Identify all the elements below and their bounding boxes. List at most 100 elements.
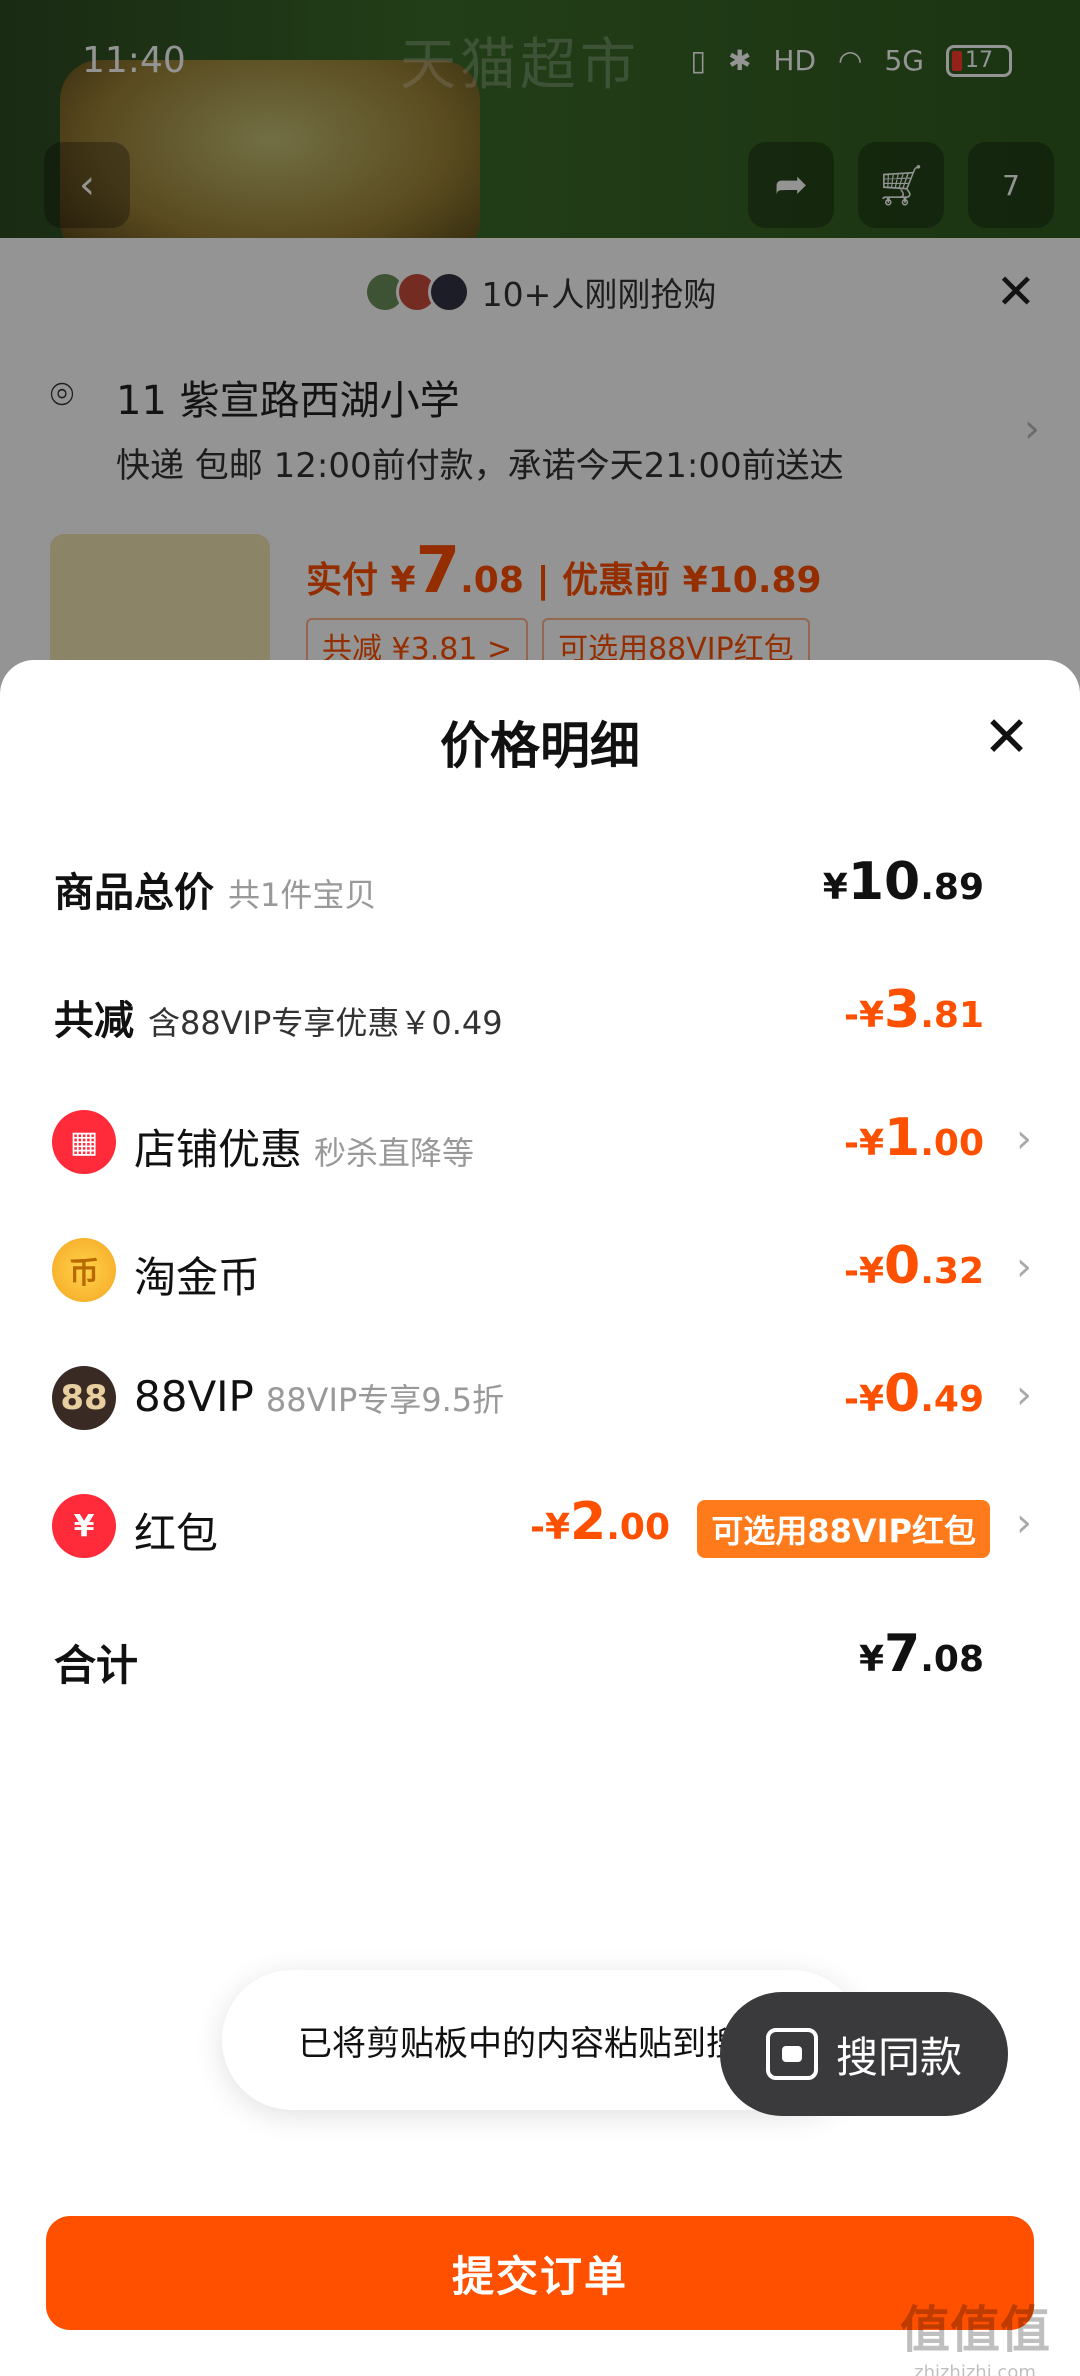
close-icon[interactable]: ✕ bbox=[983, 710, 1030, 766]
search-same-button[interactable]: 搜同款 bbox=[720, 1992, 1008, 2116]
status-time: 11:40 bbox=[82, 40, 186, 81]
row-label: 商品总价 共1件宝贝 bbox=[54, 860, 376, 918]
currency: ¥ bbox=[858, 1639, 885, 1680]
item-count: 共1件宝贝 bbox=[228, 876, 377, 914]
bluetooth-icon: ✱ bbox=[727, 44, 752, 77]
price-int: 7 bbox=[415, 534, 461, 608]
vip-hongbao-badge[interactable]: 可选用88VIP红包 bbox=[697, 1500, 990, 1558]
coin-amount: -¥0.32 bbox=[844, 1236, 984, 1296]
hd-icon: HD bbox=[773, 44, 817, 77]
share-button[interactable]: ➦ bbox=[748, 142, 834, 228]
sum-amount: ¥7.08 bbox=[859, 1624, 984, 1684]
vip-amount: -¥0.49 bbox=[844, 1364, 984, 1424]
reduce-label: 共减 bbox=[54, 998, 134, 1044]
battery-icon: 17 bbox=[946, 44, 1012, 77]
amount-dec: .49 bbox=[920, 1379, 984, 1420]
location-pin-icon: ⌾ bbox=[50, 372, 74, 418]
cart-button[interactable]: 🛒︎ bbox=[858, 142, 944, 228]
buyer-avatars bbox=[363, 271, 470, 313]
amount-dec: .00 bbox=[606, 1507, 670, 1548]
sum-label: 合计 bbox=[54, 1641, 139, 1690]
currency: ¥ bbox=[822, 867, 848, 908]
store-icon: ▦ bbox=[52, 1110, 116, 1174]
reduce-sub: 含88VIP专享优惠￥0.49 bbox=[148, 1004, 503, 1042]
currency: -¥ bbox=[844, 1123, 885, 1164]
price-before: | 优惠前 ¥10.89 bbox=[536, 560, 822, 601]
status-bar: 11:40 ▯ ✱ HD ◠ 5G 17 bbox=[0, 0, 1080, 130]
row-hongbao[interactable]: ¥ 红包 -¥2.00 可选用88VIP红包 › bbox=[0, 1480, 1080, 1570]
wifi-icon: ◠ bbox=[838, 44, 863, 77]
store-amount: -¥1.00 bbox=[844, 1108, 984, 1168]
coin-label: 淘金币 bbox=[134, 1253, 261, 1302]
product-price: 实付 ¥7.08 | 优惠前 ¥10.89 bbox=[306, 534, 822, 608]
row-coin[interactable]: 币 淘金币 -¥0.32 › bbox=[0, 1224, 1080, 1314]
vip-icon: 88 bbox=[52, 1366, 116, 1430]
search-same-label: 搜同款 bbox=[835, 2032, 962, 2082]
submit-order-button[interactable]: 提交订单 bbox=[46, 2216, 1034, 2330]
row-88vip[interactable]: 88 88VIP 88VIP专享9.5折 -¥0.49 › bbox=[0, 1352, 1080, 1442]
amount-dec: .89 bbox=[920, 867, 984, 908]
row-store-discount[interactable]: ▦ 店铺优惠 秒杀直降等 -¥1.00 › bbox=[0, 1096, 1080, 1186]
currency: -¥ bbox=[844, 1379, 885, 1420]
chevron-right-icon[interactable]: › bbox=[1016, 1372, 1032, 1418]
watermark-url: zhizhizhi.com bbox=[914, 2362, 1036, 2376]
close-icon[interactable]: ✕ bbox=[996, 264, 1036, 320]
amount-int: 7 bbox=[884, 1624, 921, 1684]
amount-int: 1 bbox=[884, 1108, 921, 1168]
total-price-label: 商品总价 bbox=[54, 870, 214, 916]
watermark: 值值值 zhizhizhi.com bbox=[900, 2290, 1050, 2376]
currency: -¥ bbox=[530, 1507, 571, 1548]
row-label: 共减 含88VIP专享优惠￥0.49 bbox=[54, 988, 503, 1046]
row-reduce: 共减 含88VIP专享优惠￥0.49 -¥3.81 bbox=[0, 968, 1080, 1058]
chevron-right-icon[interactable]: › bbox=[1016, 1244, 1032, 1290]
sheet-title: 价格明细 bbox=[440, 717, 640, 775]
recent-buyers-text: 10+人刚刚抢购 bbox=[481, 275, 717, 314]
currency: -¥ bbox=[844, 995, 885, 1036]
cart-icon: 🛒︎ bbox=[875, 162, 927, 209]
status-icons: ▯ ✱ HD ◠ 5G 17 bbox=[691, 44, 1012, 77]
amount-int: 0 bbox=[884, 1364, 921, 1424]
chevron-right-icon[interactable]: › bbox=[1024, 406, 1040, 452]
row-sum: 合计 ¥7.08 bbox=[0, 1612, 1080, 1702]
row-label: 88VIP 88VIP专享9.5折 bbox=[134, 1372, 504, 1421]
amount-int: 2 bbox=[570, 1492, 607, 1552]
amount-dec: .00 bbox=[920, 1123, 984, 1164]
vip-sub: 88VIP专享9.5折 bbox=[265, 1381, 505, 1419]
back-button[interactable]: ‹ bbox=[44, 142, 130, 228]
cart-badge: 7 bbox=[1002, 168, 1020, 202]
price-dec: .08 bbox=[460, 560, 524, 601]
vibrate-icon: ▯ bbox=[690, 44, 706, 77]
hongbao-amount: -¥2.00 bbox=[530, 1492, 670, 1552]
hongbao-label: 红包 bbox=[134, 1509, 219, 1558]
row-label: 红包 bbox=[134, 1500, 218, 1561]
order-address-panel: 10+人刚刚抢购 ✕ ⌾ 11 紫宣路西湖小学 快递 包邮 12:00前付款，承… bbox=[0, 238, 1080, 734]
back-arrow-icon: ‹ bbox=[79, 162, 95, 208]
red-packet-icon: ¥ bbox=[52, 1494, 116, 1558]
signal-icon: 5G bbox=[884, 44, 924, 77]
amount-int: 0 bbox=[884, 1236, 921, 1296]
total-price-amount: ¥10.89 bbox=[823, 852, 984, 912]
amount-dec: .81 bbox=[920, 995, 984, 1036]
chevron-right-icon[interactable]: › bbox=[1016, 1500, 1032, 1546]
chevron-right-icon[interactable]: › bbox=[1016, 1116, 1032, 1162]
price-detail-sheet: 价格明细 ✕ 商品总价 共1件宝贝 ¥10.89 共减 含88VIP专享优惠￥0.4… bbox=[0, 660, 1080, 2376]
watermark-logo: 值值值 bbox=[900, 2301, 1050, 2359]
avatar bbox=[427, 271, 470, 313]
address-line[interactable]: 11 紫宣路西湖小学 bbox=[116, 368, 460, 426]
recent-buyers: 10+人刚刚抢购 bbox=[0, 268, 1080, 316]
row-total-price: 商品总价 共1件宝贝 ¥10.89 bbox=[0, 840, 1080, 930]
amount-int: 10 bbox=[847, 852, 921, 912]
more-button[interactable]: 7 bbox=[968, 142, 1054, 228]
share-icon: ➦ bbox=[774, 162, 808, 208]
coin-icon: 币 bbox=[52, 1238, 116, 1302]
row-label: 淘金币 bbox=[134, 1244, 260, 1305]
amount-int: 3 bbox=[884, 980, 921, 1040]
vip-label: 88VIP bbox=[134, 1372, 254, 1421]
store-label: 店铺优惠 bbox=[134, 1125, 303, 1174]
amount-dec: .32 bbox=[920, 1251, 984, 1292]
store-sub: 秒杀直降等 bbox=[314, 1134, 475, 1172]
scan-icon bbox=[765, 2028, 818, 2080]
delivery-info: 快递 包邮 12:00前付款，承诺今天21:00前送达 bbox=[116, 446, 844, 486]
row-label: 店铺优惠 秒杀直降等 bbox=[134, 1116, 474, 1177]
currency: -¥ bbox=[844, 1251, 885, 1292]
